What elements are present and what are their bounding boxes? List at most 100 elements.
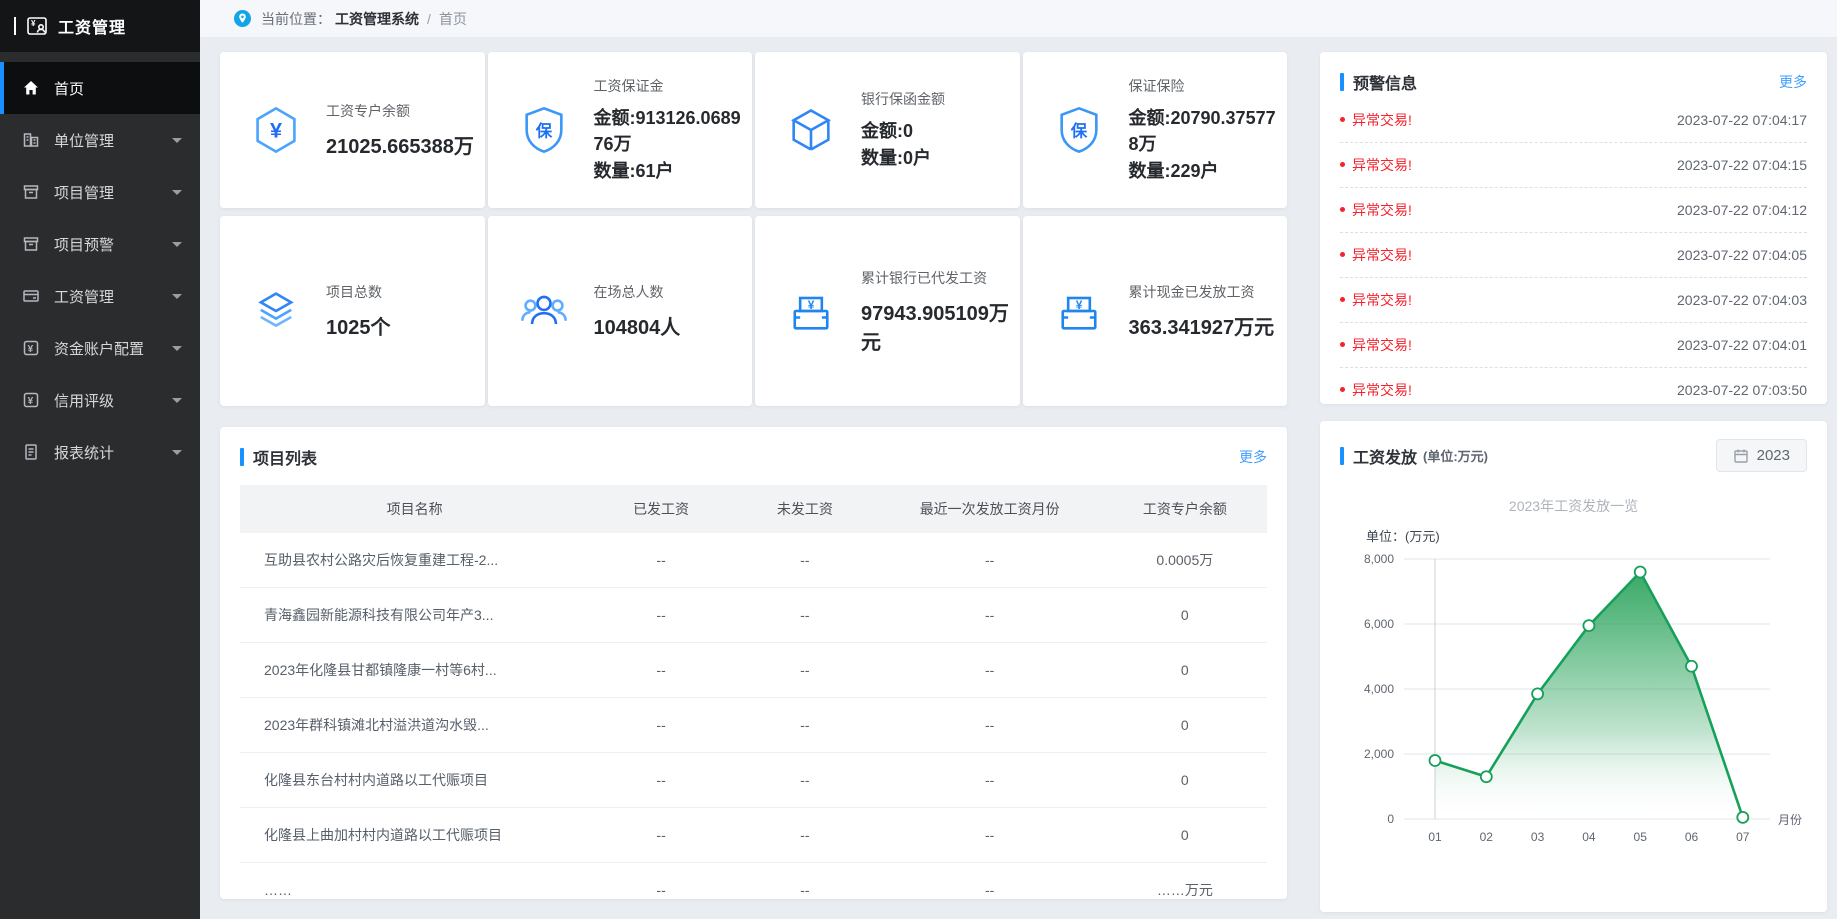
chart-title: 2023年工资发放一览	[1340, 496, 1807, 516]
value-cell: --	[589, 533, 733, 588]
breadcrumb-current: 首页	[439, 9, 467, 29]
warning-dot-icon	[1340, 342, 1345, 347]
sidebar-item-credit-rating[interactable]: ¥ 信用评级	[0, 374, 200, 426]
table-row: 青海鑫园新能源科技有限公司年产3...------0	[240, 588, 1267, 643]
title-accent-bar	[240, 448, 244, 466]
stat-label: 项目总数	[326, 282, 391, 302]
svg-text:¥: ¥	[1075, 298, 1082, 312]
stat-card-bank-guarantee: 银行保函金额 金额:0 数量:0户	[755, 52, 1020, 208]
warning-text: 异常交易!	[1352, 290, 1412, 310]
stat-count: 数量:61户	[594, 158, 743, 184]
sidebar-item-project-mgmt[interactable]: 项目管理	[0, 166, 200, 218]
salary-box-icon: ¥	[1053, 285, 1105, 337]
svg-text:02: 02	[1480, 830, 1494, 844]
warning-text: 异常交易!	[1352, 155, 1412, 175]
project-name-cell[interactable]: ……	[240, 863, 589, 900]
project-name-cell[interactable]: 2023年化隆县甘都镇隆康一村等6村...	[240, 643, 589, 698]
yen-square-icon: ¥	[22, 339, 40, 357]
sidebar: ¥ 工资管理 首页 单位管理	[0, 0, 200, 919]
layers-icon	[250, 285, 302, 337]
warning-item[interactable]: 异常交易!2023-07-22 07:04:03	[1340, 278, 1807, 323]
stat-value: 97943.905109万元	[861, 297, 1010, 355]
warning-time: 2023-07-22 07:04:01	[1677, 337, 1807, 353]
sidebar-item-project-warning[interactable]: 项目预警	[0, 218, 200, 270]
sidebar-item-label: 首页	[54, 78, 84, 99]
year-selector[interactable]: 2023	[1716, 439, 1807, 472]
warning-text: 异常交易!	[1352, 245, 1412, 265]
home-icon	[22, 79, 40, 97]
project-name-cell[interactable]: 2023年群科镇滩北村溢洪道沟水毁...	[240, 698, 589, 753]
svg-text:2,000: 2,000	[1364, 747, 1394, 761]
stat-label: 累计现金已发放工资	[1129, 282, 1275, 302]
svg-text:保: 保	[534, 122, 552, 141]
stat-card-project-total: 项目总数 1025个	[220, 216, 485, 406]
warning-time: 2023-07-22 07:04:17	[1677, 112, 1807, 128]
sidebar-item-label: 单位管理	[54, 130, 114, 151]
sidebar-item-report-stats[interactable]: 报表统计	[0, 426, 200, 478]
warning-item[interactable]: 异常交易!2023-07-22 07:04:12	[1340, 188, 1807, 233]
warning-item[interactable]: 异常交易!2023-07-22 07:04:17	[1340, 98, 1807, 143]
svg-text:07: 07	[1736, 830, 1750, 844]
svg-text:¥: ¥	[270, 118, 282, 143]
chevron-down-icon	[172, 138, 182, 143]
sidebar-item-fund-account[interactable]: ¥ 资金账户配置	[0, 322, 200, 374]
column-header: 项目名称	[240, 485, 589, 533]
warning-time: 2023-07-22 07:04:05	[1677, 247, 1807, 263]
table-row: 2023年化隆县甘都镇隆康一村等6村...------0	[240, 643, 1267, 698]
warning-time: 2023-07-22 07:04:15	[1677, 157, 1807, 173]
stat-label: 工资保证金	[594, 76, 743, 96]
sidebar-item-home[interactable]: 首页	[0, 62, 200, 114]
stat-amount: 金额:913126.068976万	[594, 105, 743, 157]
value-cell: --	[589, 698, 733, 753]
project-list-more-link[interactable]: 更多	[1239, 447, 1267, 467]
project-name-cell[interactable]: 青海鑫园新能源科技有限公司年产3...	[240, 588, 589, 643]
salary-line-chart: 02,0004,0006,0008,00001020304050607月份	[1340, 545, 1807, 857]
warning-item[interactable]: 异常交易! 2023-07-22 07:04:15	[1340, 143, 1807, 188]
svg-text:6,000: 6,000	[1364, 617, 1394, 631]
sidebar-item-label: 项目预警	[54, 234, 114, 255]
stat-card-salary-balance: ¥ 工资专户余额 21025.665388万	[220, 52, 485, 208]
sidebar-item-label: 工资管理	[54, 286, 114, 307]
warning-panel: 预警信息 更多 异常交易!2023-07-22 07:04:17异常交易!202…	[1320, 52, 1827, 404]
shield-bao-icon: 保	[518, 104, 570, 156]
warning-item[interactable]: 异常交易!2023-07-22 07:04:01	[1340, 323, 1807, 368]
archive-box-icon	[22, 183, 40, 201]
stat-amount: 金额:20790.375778万	[1129, 105, 1278, 157]
chart-unit-label: 单位：(万元)	[1366, 526, 1807, 545]
value-cell: --	[589, 588, 733, 643]
svg-text:保: 保	[1069, 122, 1087, 141]
value-cell: ……万元	[1103, 863, 1267, 900]
svg-text:¥: ¥	[808, 298, 815, 312]
sidebar-item-unit-mgmt[interactable]: 单位管理	[0, 114, 200, 166]
sidebar-item-label: 信用评级	[54, 390, 114, 411]
column-header: 未发工资	[733, 485, 877, 533]
warning-list: 异常交易!2023-07-22 07:04:17异常交易!2023-07-22 …	[1340, 98, 1807, 404]
table-header-row: 项目名称已发工资未发工资最近一次发放工资月份工资专户余额	[240, 485, 1267, 533]
project-name-cell[interactable]: 互助县农村公路灾后恢复重建工程-2...	[240, 533, 589, 588]
column-header: 最近一次发放工资月份	[877, 485, 1103, 533]
warning-more-link[interactable]: 更多	[1779, 72, 1807, 92]
value-cell: 0	[1103, 808, 1267, 863]
chevron-down-icon	[172, 242, 182, 247]
svg-text:04: 04	[1582, 830, 1596, 844]
breadcrumb-system-link[interactable]: 工资管理系统	[335, 9, 419, 29]
value-cell: --	[733, 808, 877, 863]
value-cell: --	[733, 863, 877, 900]
table-row: 化隆县东台村村内道路以工代赈项目------0	[240, 753, 1267, 808]
table-row: 互助县农村公路灾后恢复重建工程-2...------0.0005万	[240, 533, 1267, 588]
sidebar-item-salary-mgmt[interactable]: 工资管理	[0, 270, 200, 322]
value-cell: --	[733, 643, 877, 698]
breadcrumb: 当前位置： 工资管理系统 / 首页	[200, 0, 1837, 38]
stat-row-2: 项目总数 1025个 在场总人数 104804人	[220, 216, 1287, 406]
project-table: 项目名称已发工资未发工资最近一次发放工资月份工资专户余额 互助县农村公路灾后恢复…	[240, 485, 1267, 899]
warning-item[interactable]: 异常交易!2023-07-22 07:03:50	[1340, 368, 1807, 404]
title-accent-bar	[1340, 447, 1344, 465]
project-list-panel: 项目列表 更多 项目名称已发工资未发工资最近一次发放工资月份工资专户余额 互助县…	[220, 427, 1287, 899]
project-name-cell[interactable]: 化隆县上曲加村村内道路以工代赈项目	[240, 808, 589, 863]
project-name-cell[interactable]: 化隆县东台村村内道路以工代赈项目	[240, 753, 589, 808]
value-cell: 0	[1103, 698, 1267, 753]
chevron-down-icon	[172, 190, 182, 195]
warning-item[interactable]: 异常交易! 2023-07-22 07:04:05	[1340, 233, 1807, 278]
stat-card-people-onsite: 在场总人数 104804人	[488, 216, 753, 406]
cube-icon	[785, 104, 837, 156]
